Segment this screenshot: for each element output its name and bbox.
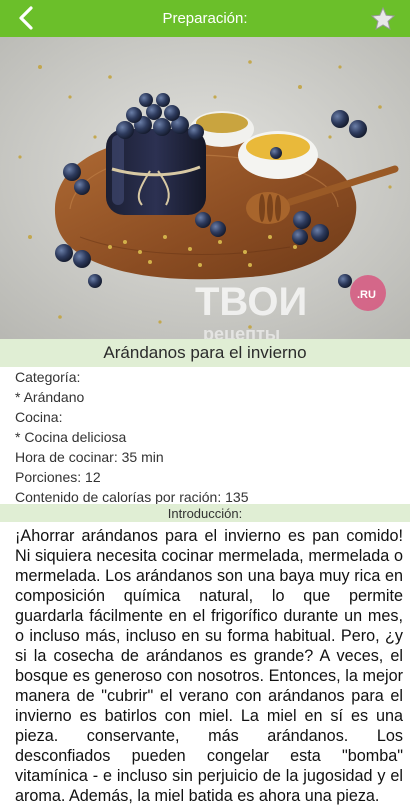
recipe-photo: ТВОИ рецепты .RU [0,37,410,339]
recipe-title-text: Arándanos para el invierno [103,343,307,362]
cuisine-value: * Cocina deliciosa [15,429,127,445]
cook-time: Hora de cocinar: 35 min [15,449,164,465]
watermark-logo: ТВОИ [195,280,307,324]
star-icon[interactable] [370,6,396,32]
portions: Porciones: 12 [15,469,101,485]
chevron-left-icon[interactable] [14,5,40,31]
recipe-title: Arándanos para el invierno [0,339,410,367]
intro-header-text: Introducción: [167,505,243,521]
recipe-details: Categoría: * Arándano Cocina: * Cocina d… [15,367,400,507]
watermark-subtitle: рецепты [203,324,280,339]
intro-header: Introducción: [0,504,410,522]
watermark-badge-text: .RU [357,289,376,301]
top-app-bar: Preparación: [0,0,410,37]
screen-title: Preparación: [162,10,248,27]
category-value: * Arándano [15,389,85,405]
category-label: Categoría: [15,369,81,385]
cuisine-label: Cocina: [15,409,63,425]
blueberry-jam-photo: ТВОИ рецепты .RU [0,37,410,339]
intro-text: ¡Ahorrar arándanos para el invierno es p… [15,527,403,805]
